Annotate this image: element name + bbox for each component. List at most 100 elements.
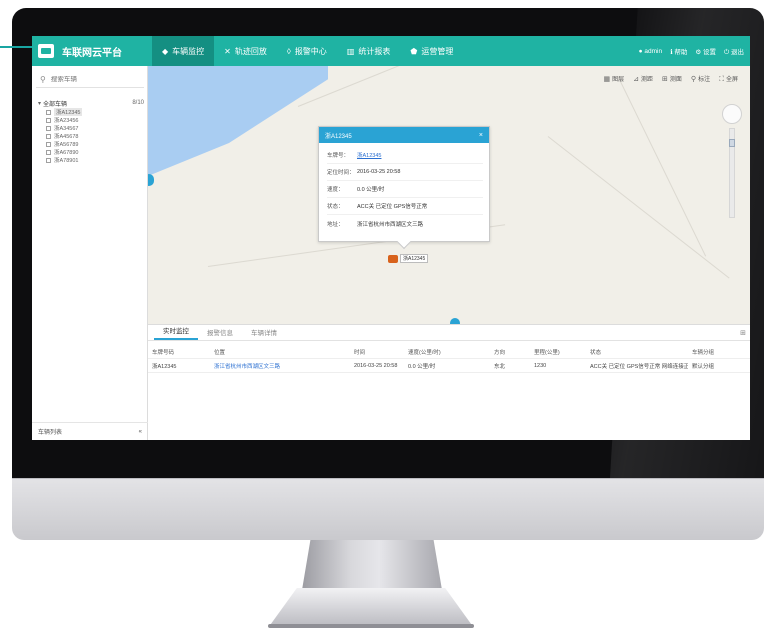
- pin-icon: ⚲: [690, 76, 697, 83]
- nav-item-label: 统计报表: [358, 46, 391, 56]
- popup-row: 状态： ACC关 已定位 GPS信号正常: [327, 198, 483, 215]
- map-road: [617, 76, 707, 257]
- tree-item-label: 浙A45678: [54, 134, 79, 140]
- table-cell-link[interactable]: 浙江省杭州市西湖区文三路: [210, 362, 350, 370]
- tab-realtime[interactable]: 实时监控: [154, 325, 198, 340]
- screen: 车联网云平台 ◆ 车辆监控 ✕ 轨迹回放 ◊ 报警中心 ▥ 统计报表 ⬟ 运营管…: [32, 36, 750, 440]
- tree-item[interactable]: 浙A56789: [38, 140, 144, 148]
- column-header[interactable]: 时间: [350, 348, 404, 356]
- map-tool-fullscreen[interactable]: ⛶ 全屏: [719, 74, 738, 84]
- alarm-icon: ◊: [286, 46, 291, 56]
- column-header[interactable]: 里程(公里): [530, 348, 586, 356]
- table-cell: 默认分组: [692, 363, 715, 370]
- bottom-panel: 实时监控 报警信息 车辆详情 ⊞ 车牌号码 位置 时间 速度(公里/时) 方向 …: [148, 324, 750, 440]
- column-header[interactable]: 速度(公里/时): [404, 348, 490, 356]
- checkbox[interactable]: [46, 141, 51, 147]
- tree-root[interactable]: ▾ 全部车辆 8/10: [38, 98, 144, 108]
- nav-item-operations[interactable]: ⬟ 运营管理: [400, 36, 463, 66]
- popup-row-value: ACC关 已定位 GPS信号正常: [357, 204, 428, 210]
- vehicle-sidebar: ⚲ ▾ 全部车辆 8/10 浙A12345 浙A23456 浙A34567: [32, 66, 148, 440]
- checkbox[interactable]: [46, 109, 51, 115]
- main-nav: ◆ 车辆监控 ✕ 轨迹回放 ◊ 报警中心 ▥ 统计报表 ⬟ 运营管理: [152, 36, 463, 66]
- column-header[interactable]: 状态: [586, 348, 688, 356]
- nav-item-label: 报警中心: [294, 46, 327, 56]
- route-icon: ✕: [224, 46, 231, 56]
- nav-item-track-playback[interactable]: ✕ 轨迹回放: [214, 36, 277, 66]
- popup-pointer: [396, 234, 412, 250]
- settings-label: 设置: [703, 49, 717, 56]
- popup-row: 车牌号： 浙A12345: [327, 147, 483, 164]
- zoom-slider[interactable]: [729, 128, 735, 218]
- tab-vehicle-detail[interactable]: 车辆详情: [242, 327, 286, 340]
- tree-item[interactable]: 浙A67890: [38, 148, 144, 156]
- help-link[interactable]: ℹ 帮助: [670, 46, 687, 56]
- popup-row-value: 0.0 公里/时: [357, 187, 385, 193]
- top-navigation-bar: 车联网云平台 ◆ 车辆监控 ✕ 轨迹回放 ◊ 报警中心 ▥ 统计报表 ⬟ 运营管…: [32, 36, 750, 66]
- vehicle-marker[interactable]: 浙A12345: [388, 254, 429, 263]
- checkbox[interactable]: [46, 117, 51, 123]
- map-road: [297, 66, 540, 107]
- popup-header: 浙A12345 ×: [319, 127, 489, 143]
- map-water: [148, 66, 328, 176]
- table-cell: 1230: [534, 362, 547, 369]
- tree-item[interactable]: 浙A45678: [38, 132, 144, 140]
- sidebar-toggle-handle[interactable]: [148, 174, 154, 186]
- table-cell: 2016-03-25 20:58: [354, 362, 398, 369]
- nav-item-reports[interactable]: ▥ 统计报表: [337, 36, 401, 66]
- shield-icon: ⬟: [410, 46, 418, 56]
- popup-rows: 车牌号： 浙A12345 定位时间： 2016-03-25 20:58 速度： …: [319, 143, 489, 232]
- map-tool-label: 图层: [612, 77, 625, 83]
- tree-root-count: 8/10: [132, 100, 144, 106]
- nav-item-label: 车辆监控: [172, 46, 205, 56]
- column-header[interactable]: 车牌号码: [148, 348, 210, 356]
- tab-alarms[interactable]: 报警信息: [198, 327, 242, 340]
- column-header[interactable]: 车辆分组: [688, 348, 750, 356]
- map-tool-area[interactable]: ⊞ 测面: [662, 74, 682, 84]
- checkbox[interactable]: [46, 133, 51, 139]
- map-tool-label: 全屏: [725, 77, 738, 83]
- map-tool-pin[interactable]: ⚲ 标注: [691, 74, 710, 84]
- zoom-slider-thumb[interactable]: [729, 139, 735, 147]
- tree-item[interactable]: 浙A23456: [38, 116, 144, 124]
- close-icon[interactable]: ×: [479, 132, 483, 139]
- checkbox[interactable]: [46, 149, 51, 155]
- logout-link[interactable]: ⏻ 退出: [724, 46, 744, 57]
- settings-link[interactable]: ⚙ 设置: [695, 46, 716, 56]
- popup-row-key: 状态：: [327, 204, 344, 210]
- user-menu[interactable]: ● admin: [639, 48, 662, 55]
- search-icon: ⚲: [40, 75, 46, 84]
- truck-logo-icon: [38, 44, 54, 58]
- popup-row-key: 地址：: [327, 221, 344, 228]
- brand[interactable]: 车联网云平台: [32, 44, 152, 59]
- table-row[interactable]: 浙A12345 浙江省杭州市西湖区文三路 2016-03-25 20:58 0.…: [148, 359, 750, 373]
- tree-item-label: 浙A34567: [54, 126, 79, 132]
- tree-item[interactable]: 浙A12345: [38, 108, 144, 116]
- expand-icon[interactable]: ⊞: [740, 329, 746, 337]
- monitor-stand-foot: [268, 588, 474, 628]
- popup-row-value-link[interactable]: 浙A12345: [357, 151, 381, 159]
- checkbox[interactable]: [46, 157, 51, 163]
- map-tool-layers[interactable]: ▦ 图层: [604, 74, 625, 84]
- monitor-chin: [12, 478, 764, 540]
- column-header[interactable]: 位置: [210, 348, 350, 356]
- pan-control[interactable]: [722, 104, 742, 124]
- nav-item-alarm-center[interactable]: ◊ 报警中心: [277, 36, 337, 66]
- vehicle-search-input[interactable]: [50, 76, 141, 83]
- map-view[interactable]: ▦ 图层 ⊿ 测距 ⊞ 测面 ⚲ 标注 ⛶ 全屏 浙A12345 × 车牌号： 浙A123…: [148, 66, 750, 324]
- caret-down-icon[interactable]: ▾: [38, 100, 41, 107]
- sidebar-footer-label: 车辆列表: [38, 430, 63, 436]
- column-header[interactable]: 方向: [490, 348, 530, 356]
- vehicle-table: 车牌号码 位置 时间 速度(公里/时) 方向 里程(公里) 状态 车辆分组 浙A…: [148, 345, 750, 373]
- popup-row: 定位时间： 2016-03-25 20:58: [327, 164, 483, 181]
- monitor-stand-neck: [302, 540, 442, 590]
- checkbox[interactable]: [46, 125, 51, 131]
- vehicle-search: ⚲: [36, 72, 144, 88]
- location-pin-icon: ◆: [162, 46, 169, 56]
- collapse-icon[interactable]: «: [139, 429, 142, 435]
- tree-item[interactable]: 浙A34567: [38, 124, 144, 132]
- ruler-icon: ⊿: [633, 76, 640, 83]
- tree-item[interactable]: 浙A78901: [38, 156, 144, 164]
- nav-item-vehicle-monitor[interactable]: ◆ 车辆监控: [152, 36, 215, 66]
- table-cell: 东北: [494, 363, 506, 370]
- map-tool-ruler[interactable]: ⊿ 测距: [633, 74, 653, 84]
